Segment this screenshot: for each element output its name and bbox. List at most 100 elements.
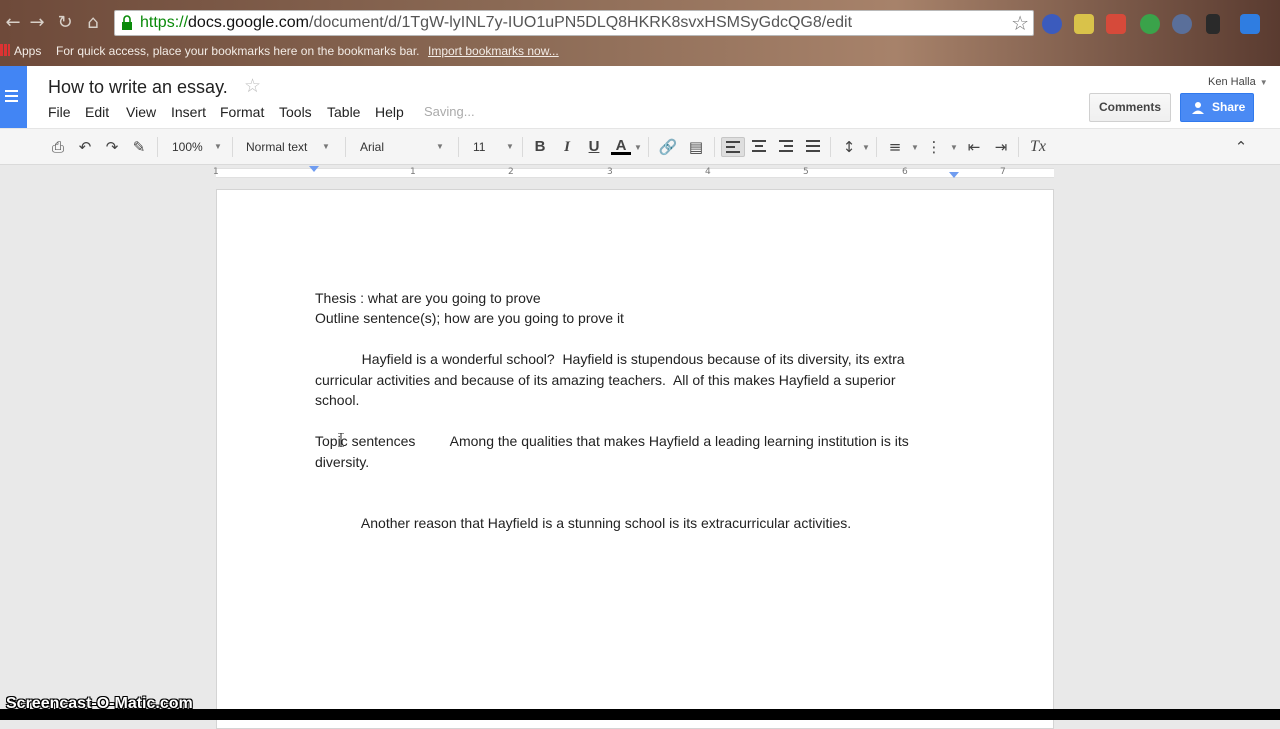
extension-gplus-icon[interactable] <box>1106 14 1126 34</box>
print-icon[interactable]: ⎙ <box>48 137 68 157</box>
align-center-icon[interactable] <box>749 137 769 157</box>
bulleted-list-icon[interactable]: ⋮ <box>924 137 944 157</box>
paint-format-icon[interactable]: ✎ <box>129 137 149 157</box>
bold-icon[interactable]: B <box>530 137 550 157</box>
undo-icon[interactable]: ↶ <box>75 137 95 157</box>
address-bar[interactable]: https://docs.google.com/document/d/1TgW-… <box>114 10 1034 36</box>
extension-phone-icon[interactable] <box>1042 14 1062 34</box>
decrease-indent-icon[interactable]: ⇤ <box>964 137 984 157</box>
star-icon[interactable]: ☆ <box>244 75 261 97</box>
forward-icon[interactable]: → <box>26 12 48 34</box>
ruler-tick: 3 <box>607 167 613 177</box>
apps-link[interactable]: Apps <box>14 44 41 58</box>
increase-indent-icon[interactable]: ⇥ <box>991 137 1011 157</box>
topic-sentences-line-2[interactable]: diversity. <box>315 452 369 473</box>
screencast-watermark: Screencast-O-Matic.com <box>6 695 193 712</box>
topic-sentences-line-1[interactable]: Topic sentences Among the qualities that… <box>315 431 909 452</box>
ruler-tick: 6 <box>902 167 908 177</box>
home-icon[interactable]: ⌂ <box>82 12 104 34</box>
menu-file[interactable]: File <box>48 104 71 120</box>
zoom-select[interactable]: 100% ▼ <box>172 136 224 158</box>
url-host: docs.google.com <box>188 14 309 31</box>
docs-logo-icon[interactable] <box>0 66 27 128</box>
text-color-icon[interactable]: A <box>611 137 631 155</box>
menu-format[interactable]: Format <box>220 104 264 120</box>
intro-paragraph-line-2[interactable]: curricular activities and because of its… <box>315 370 896 391</box>
url-text: https://docs.google.com/document/d/1TgW-… <box>140 14 852 32</box>
document-title[interactable]: How to write an essay. <box>48 77 228 98</box>
italic-icon[interactable]: I <box>557 137 577 157</box>
chevron-down-icon: ▼ <box>950 143 958 152</box>
clear-formatting-icon[interactable]: Tx <box>1028 137 1048 157</box>
second-reason-line[interactable]: Another reason that Hayfield is a stunni… <box>315 513 851 534</box>
font-size-select[interactable]: 11 ▼ <box>473 136 515 158</box>
saving-status: Saving... <box>424 104 475 119</box>
bookmark-star-icon[interactable]: ☆ <box>1011 11 1029 35</box>
outline-line[interactable]: Outline sentence(s); how are you going t… <box>315 308 624 329</box>
chevron-down-icon: ▼ <box>322 142 330 151</box>
menu-view[interactable]: View <box>126 104 156 120</box>
text-cursor-icon <box>338 433 344 447</box>
lock-icon <box>122 15 132 30</box>
url-path: /document/d/1TgW-lyINL7y-IUO1uPN5DLQ8HKR… <box>309 14 853 31</box>
import-bookmarks-link[interactable]: Import bookmarks now... <box>428 44 559 58</box>
style-select[interactable]: Normal text ▼ <box>246 136 336 158</box>
docs-header: How to write an essay. ☆ File Edit View … <box>0 66 1280 128</box>
menu-help[interactable]: Help <box>375 104 404 120</box>
menu-table[interactable]: Table <box>327 104 360 120</box>
extension-cloud-icon[interactable] <box>1172 14 1192 34</box>
font-select[interactable]: Arial ▼ <box>360 136 446 158</box>
line-spacing-icon[interactable]: ↕ <box>839 137 859 157</box>
toolbar-divider <box>232 137 233 157</box>
align-left-icon[interactable] <box>721 137 745 157</box>
zoom-value: 100% <box>172 140 203 154</box>
user-account[interactable]: Ken Halla ▼ <box>1208 76 1268 88</box>
left-indent-marker[interactable] <box>309 166 319 172</box>
align-right-icon[interactable] <box>776 137 796 157</box>
ruler-tick: 4 <box>705 167 711 177</box>
toolbar-divider <box>345 137 346 157</box>
ruler-tick: 2 <box>508 167 514 177</box>
extension-phone2-icon[interactable] <box>1206 14 1220 34</box>
chevron-down-icon: ▼ <box>1259 78 1268 87</box>
ruler-bar <box>216 168 1054 178</box>
comments-button[interactable]: Comments <box>1089 93 1171 122</box>
right-indent-marker[interactable] <box>949 172 959 178</box>
document-page[interactable]: Thesis : what are you going to prove Out… <box>216 189 1054 729</box>
reload-icon[interactable]: ↻ <box>54 12 76 34</box>
menu-tools[interactable]: Tools <box>279 104 312 120</box>
extension-d-icon[interactable] <box>1240 14 1260 34</box>
toolbar-divider <box>876 137 877 157</box>
menu-insert[interactable]: Insert <box>171 104 206 120</box>
toolbar-divider <box>1018 137 1019 157</box>
thesis-line[interactable]: Thesis : what are you going to prove <box>315 288 541 309</box>
align-justify-icon[interactable] <box>803 137 823 157</box>
extension-green-icon[interactable] <box>1140 14 1160 34</box>
toolbar-divider <box>458 137 459 157</box>
menu-edit[interactable]: Edit <box>85 104 109 120</box>
bookmarks-bar: Apps For quick access, place your bookma… <box>0 40 1280 62</box>
extension-yellow-icon[interactable] <box>1074 14 1094 34</box>
comment-icon[interactable]: ▤ <box>686 137 706 157</box>
collapse-toolbar-icon[interactable]: ⌃ <box>1231 137 1251 157</box>
chevron-down-icon: ▼ <box>634 143 642 152</box>
toolbar-divider <box>714 137 715 157</box>
browser-navbar: ← → ↻ ⌂ https://docs.google.com/document… <box>0 8 1280 38</box>
share-label: Share <box>1212 100 1246 114</box>
apps-grid-icon[interactable] <box>0 44 10 56</box>
link-icon[interactable]: 🔗 <box>658 137 678 157</box>
style-value: Normal text <box>246 140 308 154</box>
formatting-toolbar: ⎙ ↶ ↷ ✎ 100% ▼ Normal text ▼ Arial ▼ 11 … <box>0 128 1280 165</box>
intro-paragraph-line-1[interactable]: Hayfield is a wonderful school? Hayfield… <box>315 349 905 370</box>
ruler: 1 1 2 3 4 5 6 7 <box>0 166 1280 180</box>
underline-icon[interactable]: U <box>584 137 604 157</box>
redo-icon[interactable]: ↷ <box>102 137 122 157</box>
intro-paragraph-line-3[interactable]: school. <box>315 390 359 411</box>
chevron-down-icon: ▼ <box>436 142 444 151</box>
ruler-tick: 1 <box>410 167 416 177</box>
back-icon[interactable]: ← <box>2 12 24 34</box>
chevron-down-icon: ▼ <box>214 142 222 151</box>
ruler-tick: 7 <box>1000 167 1006 177</box>
share-button[interactable]: Share <box>1180 93 1254 122</box>
numbered-list-icon[interactable]: ≡ <box>885 137 905 157</box>
